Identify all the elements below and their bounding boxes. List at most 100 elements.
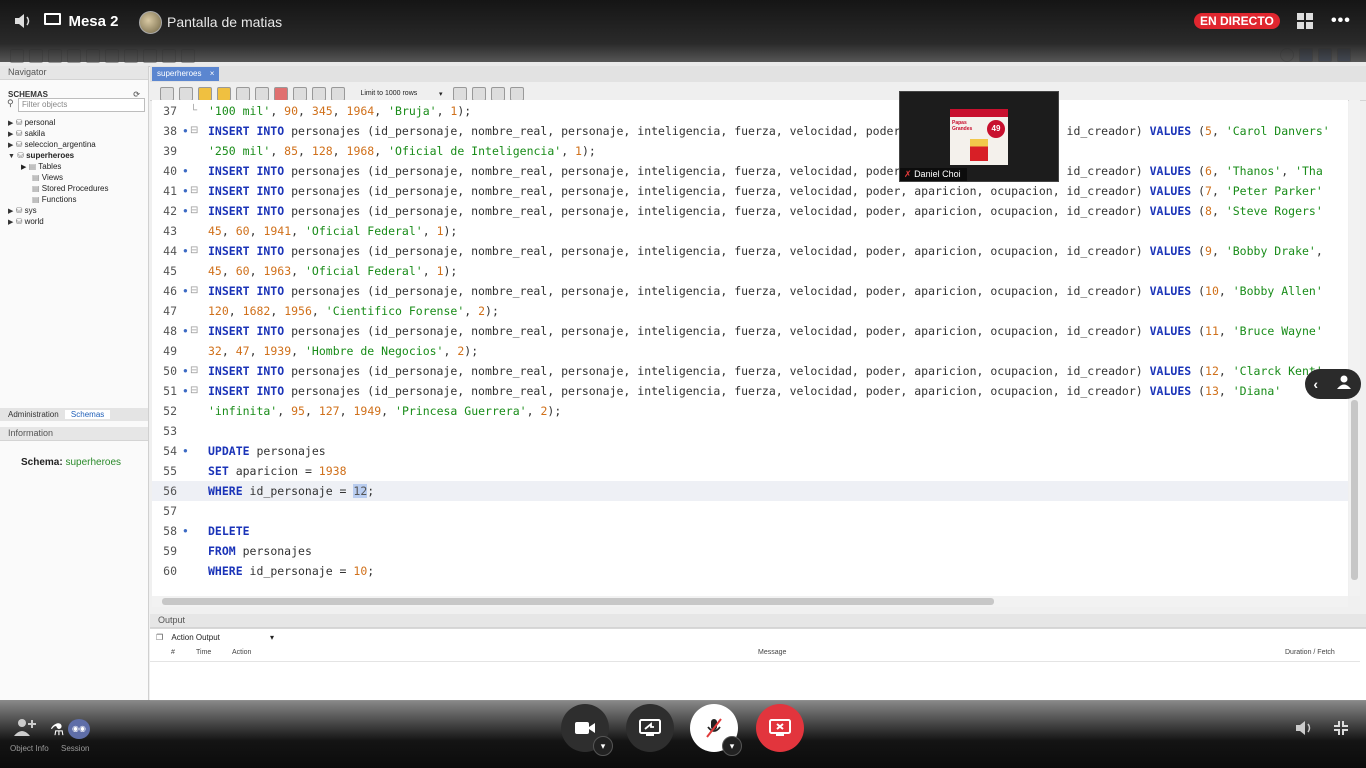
code-line-53[interactable]: 53 [152, 421, 1348, 441]
fold-icon[interactable]: ⊟ [190, 321, 198, 341]
microphone-options-chevron[interactable]: ▾ [722, 736, 742, 756]
code-text[interactable]: INSERT INTO personajes (id_personaje, no… [208, 321, 1323, 341]
code-line-43[interactable]: 43 45, 60, 1941, 'Oficial Federal', 1); [152, 221, 1348, 241]
code-line-46[interactable]: 46 ● ⊟ INSERT INTO personajes (id_personaje… [152, 281, 1348, 301]
code-line-42[interactable]: 42 ● ⊟ INSERT INTO personajes (id_personaje… [152, 201, 1348, 221]
execute-current-icon[interactable] [217, 86, 231, 101]
fold-icon[interactable]: ⊟ [190, 201, 198, 221]
code-text[interactable]: 'infinita', 95, 127, 1949, 'Princesa Gue… [208, 401, 561, 421]
code-text[interactable]: INSERT INTO personajes (id_personaje, no… [208, 121, 1330, 141]
code-text[interactable]: DELETE [208, 521, 250, 541]
code-text[interactable]: FROM personajes [208, 541, 312, 561]
editor-hscroll-thumb[interactable] [162, 598, 994, 605]
schema-superheroes[interactable]: ▼ ⛁ superheroes [8, 150, 146, 161]
code-line-38[interactable]: 38 ● ⊟ INSERT INTO personajes (id_personaje… [152, 121, 1348, 141]
schema-sys[interactable]: ▶ ⛁ sys [8, 205, 146, 216]
beautify-icon[interactable] [452, 86, 467, 101]
expand-arrow-icon[interactable]: ▶ [21, 164, 26, 171]
screen-share-button[interactable] [626, 704, 674, 752]
code-line-39[interactable]: 39 '250 mil', 85, 128, 1968, 'Oficial de … [152, 141, 1348, 161]
schema-subitem-stored-procedures[interactable]: ▤ Stored Procedures [8, 183, 146, 194]
autocommit-icon[interactable] [331, 86, 345, 101]
code-text[interactable]: INSERT INTO personajes (id_personaje, no… [208, 181, 1323, 201]
code-line-47[interactable]: 47 120, 1682, 1956, 'Cientifico Forense',… [152, 301, 1348, 321]
execute-icon[interactable] [198, 86, 212, 101]
schema-world[interactable]: ▶ ⛁ world [8, 216, 146, 227]
code-text[interactable]: 45, 60, 1963, 'Oficial Federal', 1); [208, 261, 457, 281]
tab-administration[interactable]: Administration [0, 410, 63, 419]
code-text[interactable]: 32, 47, 1939, 'Hombre de Negocios', 2); [208, 341, 478, 361]
participant-video[interactable]: Papas Grandes 49 ✗ Daniel Choi [899, 91, 1059, 182]
filter-objects-input[interactable]: Filter objects [18, 98, 145, 112]
code-text[interactable]: INSERT INTO personajes (id_personaje, no… [208, 361, 1323, 381]
code-line-55[interactable]: 55 SET aparicion = 1938 [152, 461, 1348, 481]
participants-panel-toggle[interactable]: ‹ [1305, 369, 1361, 399]
code-line-60[interactable]: 60 WHERE id_personaje = 10; [152, 561, 1348, 581]
code-text[interactable]: '250 mil', 85, 128, 1968, 'Oficial de In… [208, 141, 596, 161]
code-text[interactable]: INSERT INTO personajes (id_personaje, no… [208, 281, 1323, 301]
code-text[interactable]: UPDATE personajes [208, 441, 326, 461]
code-line-48[interactable]: 48 ● ⊟ INSERT INTO personajes (id_personaje… [152, 321, 1348, 341]
code-text[interactable]: SET aparicion = 1938 [208, 461, 347, 481]
grid-icon[interactable] [1297, 13, 1313, 29]
fold-icon[interactable]: ⊟ [190, 181, 198, 201]
save-icon[interactable] [179, 86, 193, 101]
editor-vscroll-thumb[interactable] [1351, 400, 1358, 580]
code-text[interactable]: 120, 1682, 1956, 'Cientifico Forense', 2… [208, 301, 499, 321]
stop-sharing-button[interactable] [756, 704, 804, 752]
code-text[interactable]: WHERE id_personaje = 10; [208, 561, 374, 581]
code-text[interactable]: INSERT INTO personajes (id_personaje, no… [208, 381, 1281, 401]
editor-hscrollbar[interactable] [152, 596, 1348, 607]
code-text[interactable]: INSERT INTO personajes (id_personaje, no… [208, 201, 1323, 221]
discord-icon[interactable]: ◉◉ [68, 719, 90, 739]
camera-options-chevron[interactable]: ▾ [593, 736, 613, 756]
schema-subitem-tables[interactable]: ▶ ▤ Tables [8, 161, 146, 172]
fold-icon[interactable]: ⊟ [190, 121, 198, 141]
invisible-chars-icon[interactable] [490, 86, 505, 101]
sql-editor[interactable]: 37 └ '100 mil', 90, 345, 1964, 'Bruja', 1)… [152, 100, 1348, 596]
code-line-51[interactable]: 51 ● ⊟ INSERT INTO personajes (id_personaje… [152, 381, 1348, 401]
schema-sakila[interactable]: ▶ ⛁ sakila [8, 128, 146, 139]
limit-rows-select[interactable]: Limit to 1000 rows ▾ [360, 90, 442, 98]
code-line-54[interactable]: 54 ● UPDATE personajes [152, 441, 1348, 461]
expand-arrow-icon[interactable]: ▶ [8, 208, 13, 215]
expand-arrow-icon[interactable]: ▶ [8, 219, 13, 226]
bottom-tab-object-info[interactable]: Object Info [10, 744, 49, 753]
add-person-icon[interactable] [14, 718, 36, 741]
code-text[interactable]: 45, 60, 1941, 'Oficial Federal', 1); [208, 221, 457, 241]
rollback-icon[interactable] [312, 86, 326, 101]
code-line-45[interactable]: 45 45, 60, 1963, 'Oficial Federal', 1); [152, 261, 1348, 281]
output-type-select[interactable]: ❐ Action Output ▾ [156, 633, 274, 642]
tab-schemas[interactable]: Schemas [64, 410, 111, 419]
expand-arrow-icon[interactable]: ▶ [8, 142, 13, 149]
stop-icon[interactable] [255, 86, 269, 101]
more-options-icon[interactable]: ••• [1331, 12, 1351, 30]
code-text[interactable]: WHERE id_personaje = 12; [208, 481, 374, 501]
editor-vscrollbar[interactable] [1349, 100, 1360, 596]
expand-arrow-icon[interactable]: ▶ [8, 120, 13, 127]
code-line-56[interactable]: 56 WHERE id_personaje = 12; [152, 481, 1348, 501]
expand-arrow-icon[interactable]: ▼ [8, 153, 15, 160]
speaker-icon[interactable] [12, 10, 34, 32]
commit-icon[interactable] [293, 86, 307, 101]
activities-icon[interactable]: ⚗ [50, 720, 64, 740]
toggle-error-icon[interactable] [274, 86, 288, 101]
bottom-tab-session[interactable]: Session [61, 744, 89, 753]
code-line-58[interactable]: 58 ● DELETE [152, 521, 1348, 541]
code-line-37[interactable]: 37 └ '100 mil', 90, 345, 1964, 'Bruja', 1)… [152, 101, 1348, 121]
open-file-icon[interactable] [160, 86, 174, 101]
fold-icon[interactable]: ⊟ [190, 241, 198, 261]
exit-fullscreen-icon[interactable] [1333, 720, 1349, 741]
schema-seleccion_argentina[interactable]: ▶ ⛁ seleccion_argentina [8, 139, 146, 150]
fold-icon[interactable]: ⊟ [190, 361, 198, 381]
code-line-44[interactable]: 44 ● ⊟ INSERT INTO personajes (id_personaje… [152, 241, 1348, 261]
code-text[interactable]: INSERT INTO personajes (id_personaje, no… [208, 161, 1323, 181]
code-line-49[interactable]: 49 32, 47, 1939, 'Hombre de Negocios', 2)… [152, 341, 1348, 361]
explain-icon[interactable] [236, 86, 250, 101]
query-tab[interactable]: superheroes × [152, 67, 220, 81]
fold-icon[interactable]: ⊟ [190, 381, 198, 401]
wrap-lines-icon[interactable] [509, 86, 524, 101]
schema-personal[interactable]: ▶ ⛁ personal [8, 117, 146, 128]
volume-icon[interactable] [1295, 720, 1313, 741]
close-tab-icon[interactable]: × [210, 69, 215, 78]
